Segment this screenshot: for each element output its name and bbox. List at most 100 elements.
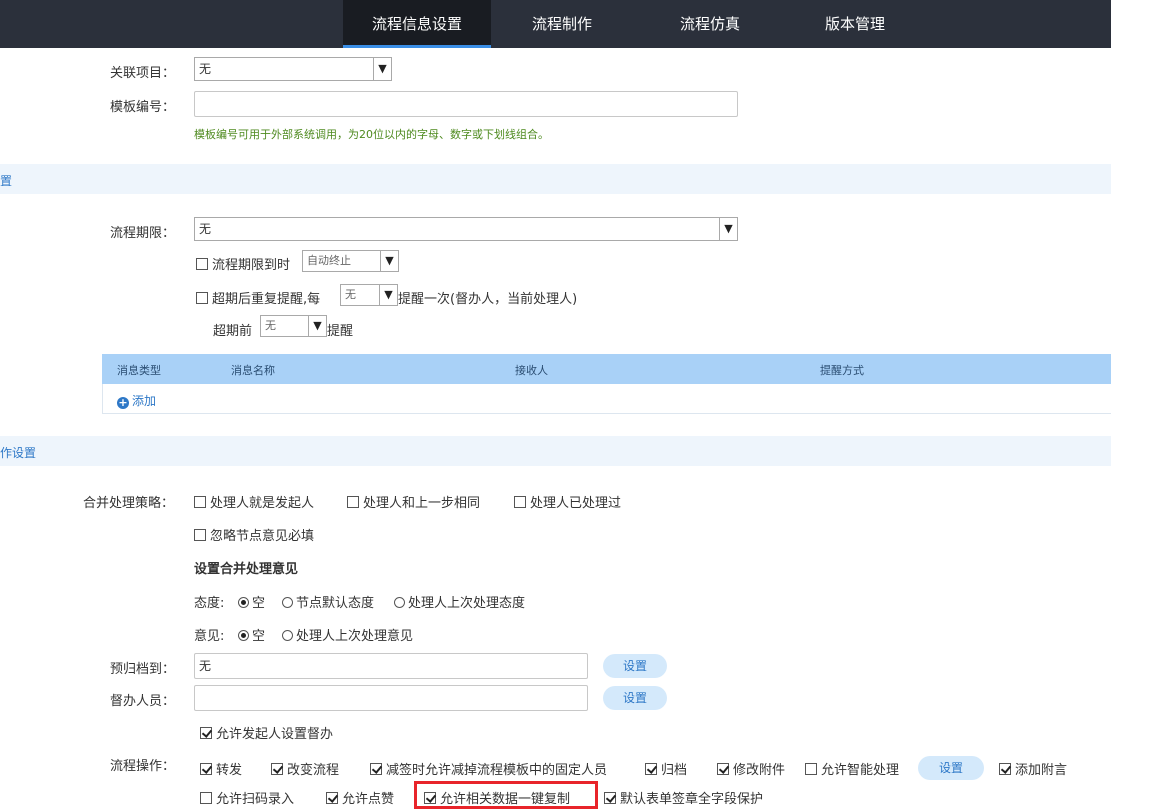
deadline-select-value: 无 (199, 222, 212, 236)
op-add-comment-checkbox[interactable]: 添加附言 (999, 759, 1067, 778)
op-change-flow-checkbox[interactable]: 改变流程 (271, 759, 339, 778)
radio-icon (238, 597, 249, 608)
radio-icon (238, 630, 249, 641)
supervisor-input[interactable] (194, 685, 588, 711)
before-expire-suffix: 提醒 (327, 324, 354, 339)
attitude-radio-node-default[interactable]: 节点默认态度 (282, 592, 374, 611)
merge-strategy-label: 合并处理策略： (83, 496, 175, 511)
op-modify-attachment-checkbox[interactable]: 修改附件 (717, 759, 785, 778)
before-expire-select[interactable]: 无 ▼ (260, 315, 327, 337)
repeat-remind-checkbox[interactable]: 超期后重复提醒,每 (196, 288, 320, 307)
repeat-remind-suffix: 提醒一次(督办人，当前处理人) (398, 292, 578, 307)
op-like-label: 允许点赞 (342, 792, 395, 807)
op-reduce-fixed-checkbox[interactable]: 减签时允许减掉流程模板中的固定人员 (370, 759, 607, 778)
checkbox-checked-icon (717, 763, 729, 775)
attitude-option-label: 节点默认态度 (296, 596, 375, 611)
project-label: 关联项目： (110, 66, 176, 81)
repeat-interval-value: 无 (345, 288, 356, 301)
op-archive-label: 归档 (661, 763, 688, 778)
op-scan-entry-checkbox[interactable]: 允许扫码录入 (200, 788, 294, 807)
archive-label: 预归档到： (110, 662, 176, 677)
merge-option-label: 处理人和上一步相同 (363, 496, 481, 511)
attitude-option-label: 空 (252, 596, 266, 611)
op-smart-handle-checkbox[interactable]: 允许智能处理 (805, 759, 899, 778)
checkbox-icon (196, 292, 208, 304)
merge-opinion-title: 设置合并处理意见 (194, 562, 299, 577)
template-number-input[interactable] (194, 91, 738, 117)
allow-supervise-label: 允许发起人设置督办 (216, 727, 334, 742)
op-forward-label: 转发 (216, 763, 243, 778)
chevron-down-icon: ▼ (308, 316, 326, 336)
ignore-required-opinion-checkbox[interactable]: 忽略节点意见必填 (194, 525, 314, 544)
merge-option-initiator[interactable]: 处理人就是发起人 (194, 492, 314, 511)
attitude-radio-last-handled[interactable]: 处理人上次处理态度 (394, 592, 525, 611)
checkbox-icon (196, 258, 208, 270)
op-smart-handle-label: 允许智能处理 (821, 763, 900, 778)
merge-option-label: 处理人已处理过 (530, 496, 622, 511)
archive-input[interactable]: 无 (194, 653, 588, 679)
checkbox-checked-icon (200, 763, 212, 775)
column-header-name: 消息名称 (231, 364, 275, 377)
op-like-checkbox[interactable]: 允许点赞 (326, 788, 394, 807)
before-expire-value: 无 (265, 319, 276, 332)
tab-flow-info-settings[interactable]: 流程信息设置 (343, 0, 491, 48)
op-signature-protect-label: 默认表单签章全字段保护 (620, 792, 764, 807)
checkbox-checked-icon (271, 763, 283, 775)
project-select[interactable]: 无 ▼ (194, 57, 392, 81)
tab-flow-design[interactable]: 流程制作 (507, 0, 617, 48)
checkbox-icon (805, 763, 817, 775)
checkbox-icon (347, 496, 359, 508)
chevron-down-icon: ▼ (379, 285, 397, 305)
attitude-radio-empty[interactable]: 空 (238, 592, 265, 611)
chevron-down-icon: ▼ (373, 58, 391, 80)
merge-option-label: 处理人就是发起人 (210, 496, 315, 511)
opinion-label: 意见: (194, 629, 225, 644)
checkbox-checked-icon (200, 727, 212, 739)
chevron-down-icon: ▼ (380, 251, 398, 271)
column-header-type: 消息类型 (117, 364, 161, 377)
template-number-label: 模板编号： (110, 100, 176, 115)
smart-handle-settings-button[interactable]: 设置 (918, 756, 984, 780)
attitude-option-label: 处理人上次处理态度 (408, 596, 526, 611)
template-number-hint: 模板编号可用于外部系统调用，为20位以内的字母、数字或下划线组合。 (194, 128, 549, 141)
checkbox-icon (514, 496, 526, 508)
radio-icon (282, 597, 293, 608)
column-header-receiver: 接收人 (515, 364, 548, 377)
archive-settings-button[interactable]: 设置 (603, 654, 667, 678)
section-title-operations: 作设置 (0, 446, 37, 460)
highlight-box (414, 781, 598, 809)
opinion-radio-last-handled[interactable]: 处理人上次处理意见 (282, 625, 413, 644)
plus-circle-icon: + (117, 396, 129, 409)
merge-option-same-as-previous[interactable]: 处理人和上一步相同 (347, 492, 480, 511)
tab-version-management[interactable]: 版本管理 (800, 0, 910, 48)
section-header-deadline: 置 (0, 164, 1111, 194)
tab-flow-simulation[interactable]: 流程仿真 (655, 0, 765, 48)
op-archive-checkbox[interactable]: 归档 (645, 759, 687, 778)
op-signature-protect-checkbox[interactable]: 默认表单签章全字段保护 (604, 788, 763, 807)
checkbox-checked-icon (645, 763, 657, 775)
checkbox-checked-icon (326, 792, 338, 804)
opinion-radio-empty[interactable]: 空 (238, 625, 265, 644)
supervisor-settings-button[interactable]: 设置 (603, 686, 667, 710)
ignore-required-opinion-label: 忽略节点意见必填 (210, 529, 315, 544)
deadline-label: 流程期限： (110, 226, 176, 241)
add-message-button[interactable]: + 添加 (117, 392, 156, 409)
chevron-down-icon: ▼ (719, 218, 737, 240)
attitude-label: 态度: (194, 596, 225, 611)
flow-operations-label: 流程操作： (110, 759, 176, 774)
allow-supervise-checkbox[interactable]: 允许发起人设置督办 (200, 723, 333, 742)
top-nav-bar: 流程信息设置 流程制作 流程仿真 版本管理 (0, 0, 1111, 48)
checkbox-icon (200, 792, 212, 804)
deadline-select[interactable]: 无 ▼ (194, 217, 738, 241)
merge-option-already-handled[interactable]: 处理人已处理过 (514, 492, 621, 511)
op-forward-checkbox[interactable]: 转发 (200, 759, 242, 778)
section-title-deadline: 置 (0, 174, 13, 188)
checkbox-icon (194, 496, 206, 508)
expire-action-select[interactable]: 自动终止 ▼ (302, 250, 399, 272)
repeat-interval-select[interactable]: 无 ▼ (340, 284, 398, 306)
message-table-header: 消息类型 消息名称 接收人 提醒方式 (102, 354, 1111, 384)
radio-icon (282, 630, 293, 641)
before-expire-label: 超期前 (213, 324, 253, 339)
section-header-operations: 作设置 (0, 436, 1111, 466)
expire-action-checkbox[interactable]: 流程期限到时 (196, 254, 290, 273)
